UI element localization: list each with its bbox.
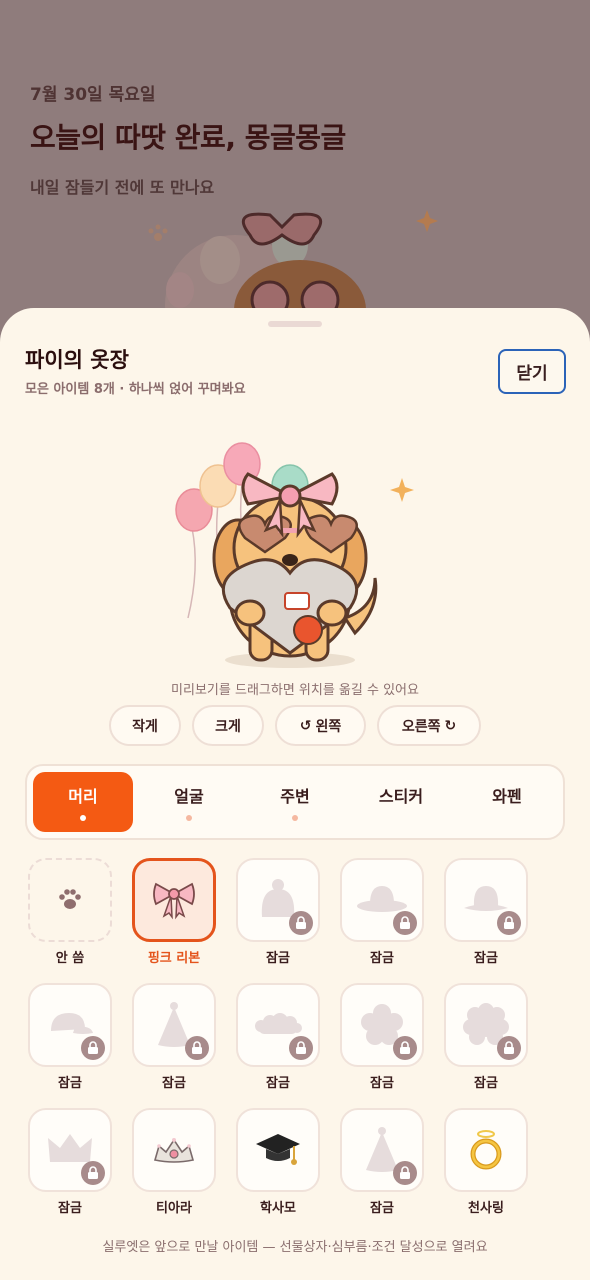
item-tile[interactable] xyxy=(340,858,424,942)
tab-indicator-dot xyxy=(80,815,86,821)
item-label: 잠금 xyxy=(58,1076,82,1091)
lock-icon xyxy=(497,1036,521,1060)
rotate-ccw-icon: ↺ xyxy=(299,717,312,734)
rotate-left-label: 왼쪽 xyxy=(315,718,342,735)
item-label: 잠금 xyxy=(474,1076,498,1091)
item-tile[interactable] xyxy=(28,983,112,1067)
rotate-right-button[interactable]: 오른쪽 ↻ xyxy=(377,705,481,746)
item-none[interactable]: 안 씀 xyxy=(28,858,114,966)
item-label: 잠금 xyxy=(162,1076,186,1091)
item-locked[interactable]: 잠금 xyxy=(340,983,426,1091)
drag-hint: 미리보기를 드래그하면 위치를 옮길 수 있어요 xyxy=(171,683,419,698)
item-locked[interactable]: 잠금 xyxy=(236,983,322,1091)
lock-icon xyxy=(393,1036,417,1060)
tab-head[interactable]: 머리 xyxy=(33,772,133,832)
graduation-cap-icon xyxy=(256,1134,300,1165)
tab-label: 주변 xyxy=(280,787,310,806)
page-title: 오늘의 따땃 완료, 몽글몽글 xyxy=(30,121,346,154)
item-tile[interactable] xyxy=(236,1108,320,1192)
close-button[interactable]: 닫기 xyxy=(498,349,566,394)
bigger-button[interactable]: 크게 xyxy=(192,705,264,746)
tiara-icon xyxy=(153,1138,195,1163)
lock-icon xyxy=(393,1161,417,1185)
rotate-left-button[interactable]: ↺ 왼쪽 xyxy=(275,705,366,746)
tab-stickers[interactable]: 스티커 xyxy=(351,772,451,832)
item-tile[interactable] xyxy=(132,858,216,942)
smaller-label: 작게 xyxy=(132,718,158,735)
item-tile[interactable] xyxy=(132,983,216,1067)
paw-icon xyxy=(59,889,81,909)
item-tile[interactable] xyxy=(444,983,528,1067)
tab-indicator-dot xyxy=(292,815,298,821)
item-label: 잠금 xyxy=(266,1076,290,1091)
sparkle-icon xyxy=(390,478,414,502)
lock-icon xyxy=(289,1036,313,1060)
item-locked[interactable]: 잠금 xyxy=(28,983,114,1091)
item-label: 잠금 xyxy=(370,951,394,966)
item-label: 티아라 xyxy=(156,1201,192,1216)
wardrobe-sheet: 파이의 옷장 모은 아이템 8개 · 하나씩 얹어 꾸며봐요 닫기 미리보기를 … xyxy=(0,308,590,1280)
item-tile[interactable] xyxy=(236,858,320,942)
smaller-button[interactable]: 작게 xyxy=(109,705,181,746)
item-label: 잠금 xyxy=(58,1201,82,1216)
lock-icon xyxy=(185,1036,209,1060)
tab-patches[interactable]: 와펜 xyxy=(457,772,557,832)
lock-icon xyxy=(81,1161,105,1185)
rotate-cw-icon: ↻ xyxy=(444,717,457,734)
mascot-preview[interactable] xyxy=(140,378,450,678)
lock-icon xyxy=(393,911,417,935)
item-locked[interactable]: 잠금 xyxy=(236,858,322,966)
item-tile[interactable] xyxy=(28,858,112,942)
item-graduation-cap[interactable]: 학사모 xyxy=(236,1108,322,1216)
lock-icon xyxy=(81,1036,105,1060)
date-label: 7월 30일 목요일 xyxy=(30,85,156,105)
item-tile[interactable] xyxy=(340,1108,424,1192)
tab-label: 얼굴 xyxy=(174,787,204,806)
item-tiara[interactable]: 티아라 xyxy=(132,1108,218,1216)
item-tile[interactable] xyxy=(444,1108,528,1192)
footnote: 실루엣은 앞으로 만날 아이템 — 선물상자·심부름·조건 달성으로 열려요 xyxy=(102,1240,488,1255)
bigger-label: 크게 xyxy=(215,718,241,735)
tab-surroundings[interactable]: 주변 xyxy=(245,772,345,832)
item-locked[interactable]: 잠금 xyxy=(444,858,530,966)
item-locked[interactable]: 잠금 xyxy=(28,1108,114,1216)
item-label: 잠금 xyxy=(474,951,498,966)
sheet-title: 파이의 옷장 xyxy=(25,348,129,372)
item-label: 안 씀 xyxy=(55,951,85,966)
tab-face[interactable]: 얼굴 xyxy=(139,772,239,832)
item-tile[interactable] xyxy=(340,983,424,1067)
sheet-grabber[interactable] xyxy=(268,321,322,327)
lock-icon xyxy=(289,911,313,935)
item-tile[interactable] xyxy=(132,1108,216,1192)
item-label: 천사링 xyxy=(468,1201,504,1216)
item-label: 잠금 xyxy=(370,1076,394,1091)
item-tile[interactable] xyxy=(444,858,528,942)
item-tile[interactable] xyxy=(28,1108,112,1192)
tab-indicator-dot xyxy=(186,815,192,821)
item-locked[interactable]: 잠금 xyxy=(340,1108,426,1216)
item-halo[interactable]: 천사링 xyxy=(444,1108,530,1216)
background-mascot-illustration xyxy=(148,210,438,315)
item-locked[interactable]: 잠금 xyxy=(340,858,426,966)
item-label: 학사모 xyxy=(260,1201,296,1216)
item-label: 핑크 리본 xyxy=(147,951,201,966)
item-label: 잠금 xyxy=(370,1201,394,1216)
tab-label: 와펜 xyxy=(492,787,522,806)
item-locked[interactable]: 잠금 xyxy=(132,983,218,1091)
item-tile[interactable] xyxy=(236,983,320,1067)
halo-icon xyxy=(470,1130,502,1170)
cloud-headband-silhouette-icon xyxy=(255,1013,302,1034)
tab-label: 스티커 xyxy=(378,787,424,806)
page-subtitle: 내일 잠들기 전에 또 만나요 xyxy=(30,178,215,197)
rotate-right-label: 오른쪽 xyxy=(401,718,441,735)
item-locked[interactable]: 잠금 xyxy=(444,983,530,1091)
tab-label: 머리 xyxy=(68,787,98,806)
item-pink-ribbon[interactable]: 핑크 리본 xyxy=(132,858,218,966)
pink-bow-icon xyxy=(153,882,195,920)
category-tabs: 머리 얼굴 주변 스티커 와펜 xyxy=(25,764,565,840)
lock-icon xyxy=(497,911,521,935)
item-label: 잠금 xyxy=(266,951,290,966)
